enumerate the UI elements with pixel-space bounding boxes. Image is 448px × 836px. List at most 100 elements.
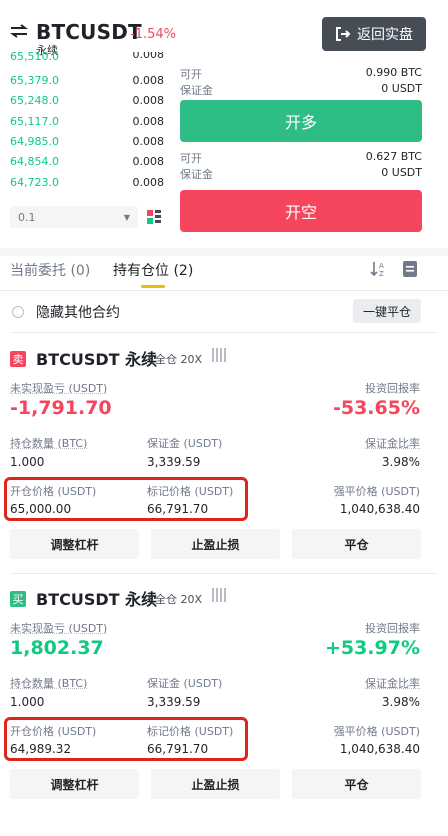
document-icon[interactable] — [402, 260, 418, 278]
order-book-row[interactable]: 65,117.0 0.008 — [10, 111, 164, 131]
close-all-button[interactable]: 一键平仓 — [353, 299, 421, 323]
header: BTCUSDT -1.54% 永续 返回实盘 — [0, 0, 448, 58]
position-card-long: 买 BTCUSDT 永续 全仓 20X 未实现盈亏 (USDT) 投资回报率 1… — [0, 575, 448, 805]
size-value: 1.000 — [10, 455, 45, 469]
divider — [10, 573, 438, 574]
ob-qty: 0.008 — [132, 175, 165, 189]
liq-price-value: 1,040,638.40 — [339, 502, 420, 516]
order-book-row[interactable]: 65,510.0 0.008 — [10, 52, 164, 64]
ob-qty: 0.008 — [132, 134, 165, 148]
position-title[interactable]: BTCUSDT 永续 — [36, 346, 157, 370]
price-highlight-box — [4, 477, 248, 521]
margin-mode[interactable]: 全仓 20X — [155, 591, 202, 607]
depth-select[interactable]: 0.1 ▼ — [10, 206, 138, 228]
tab-positions[interactable]: 持有仓位 (2) — [113, 260, 193, 280]
adl-bars-icon — [212, 348, 226, 362]
liq-price-label: 强平价格 (USDT) — [333, 725, 420, 738]
svg-text:A: A — [379, 262, 384, 270]
ob-qty: 0.008 — [132, 154, 165, 168]
unrealized-pnl-value: -1,791.70 — [10, 397, 112, 419]
short-margin-row: 保证金 0 USDT — [180, 166, 422, 182]
liq-price-value: 1,040,638.40 — [339, 742, 420, 756]
margin-label: 保证金 (USDT) — [147, 677, 223, 690]
roe-value: -53.65% — [332, 397, 420, 419]
order-book-row[interactable]: 64,985.0 0.008 — [10, 131, 164, 151]
unrealized-pnl-label[interactable]: 未实现盈亏 (USDT) — [10, 620, 107, 636]
short-margin-label: 保证金 — [180, 168, 213, 181]
divider — [10, 332, 438, 333]
tab-open-orders[interactable]: 当前委托 (0) — [10, 260, 90, 280]
position-card-short: 卖 BTCUSDT 永续 全仓 20X 未实现盈亏 (USDT) 投资回报率 -… — [0, 335, 448, 565]
long-margin-value: 0 USDT — [381, 82, 422, 95]
price-highlight-box — [4, 717, 248, 761]
depth-value: 0.1 — [18, 210, 36, 224]
open-short-button[interactable]: 开空 — [180, 190, 422, 232]
close-position-button[interactable]: 平仓 — [292, 769, 421, 799]
long-available-row: 可开 0.990 BTC — [180, 66, 422, 82]
back-to-live-label: 返回实盘 — [357, 27, 413, 43]
ob-price: 65,117.0 — [10, 114, 59, 128]
hide-other-label[interactable]: 隐藏其他合约 — [36, 302, 120, 322]
ob-qty: 0.008 — [132, 52, 165, 61]
adl-bars-icon — [212, 588, 226, 602]
ob-price: 64,985.0 — [10, 134, 59, 148]
margin-mode[interactable]: 全仓 20X — [155, 351, 202, 367]
margin-ratio-label[interactable]: 保证金比率 — [365, 675, 420, 691]
short-available-row: 可开 0.627 BTC — [180, 150, 422, 166]
roe-value: +53.97% — [324, 637, 420, 659]
back-to-live-button[interactable]: 返回实盘 — [322, 17, 426, 51]
size-value: 1.000 — [10, 695, 45, 709]
long-available-label: 可开 — [180, 68, 202, 81]
close-position-button[interactable]: 平仓 — [292, 529, 421, 559]
margin-ratio-value: 3.98% — [381, 455, 420, 469]
margin-ratio-value: 3.98% — [381, 695, 420, 709]
margin-value: 3,339.59 — [147, 455, 201, 469]
order-book-row[interactable]: 64,854.0 0.008 — [10, 151, 164, 171]
size-label[interactable]: 持仓数量 (BTC) — [10, 675, 87, 691]
margin-label: 保证金 (USDT) — [147, 437, 223, 450]
swap-icon[interactable] — [10, 24, 28, 38]
tp-sl-button[interactable]: 止盈止损 — [151, 529, 280, 559]
roe-label: 投资回报率 — [365, 382, 420, 395]
book-layout-icon[interactable] — [146, 209, 162, 225]
liq-price-label: 强平价格 (USDT) — [333, 485, 420, 498]
svg-text:Z: Z — [379, 270, 384, 278]
order-book-row[interactable]: 65,248.0 0.008 — [10, 90, 164, 110]
price-change: -1.54% — [130, 27, 176, 42]
ob-qty: 0.008 — [132, 73, 165, 87]
open-long-button[interactable]: 开多 — [180, 100, 422, 142]
ob-qty: 0.008 — [132, 114, 165, 128]
adjust-leverage-button[interactable]: 调整杠杆 — [10, 769, 139, 799]
order-book-row[interactable]: 64,723.0 0.008 — [10, 172, 164, 192]
ob-price: 65,379.0 — [10, 73, 59, 87]
tp-sl-button[interactable]: 止盈止损 — [151, 769, 280, 799]
margin-ratio-label[interactable]: 保证金比率 — [365, 435, 420, 451]
ob-price: 65,510.0 — [10, 52, 59, 63]
short-available-label: 可开 — [180, 152, 202, 165]
long-margin-row: 保证金 0 USDT — [180, 82, 422, 98]
sort-az-icon[interactable]: A Z — [370, 260, 388, 278]
adjust-leverage-button[interactable]: 调整杠杆 — [10, 529, 139, 559]
exit-icon — [336, 27, 351, 41]
ob-price: 64,723.0 — [10, 175, 59, 189]
position-title[interactable]: BTCUSDT 永续 — [36, 586, 157, 610]
tabs-divider — [0, 290, 448, 291]
order-book-row[interactable]: 65,379.0 0.008 — [10, 70, 164, 90]
hide-other-radio[interactable] — [12, 306, 24, 318]
short-available-value: 0.627 BTC — [365, 150, 422, 163]
symbol-title[interactable]: BTCUSDT — [36, 20, 142, 44]
unrealized-pnl-value: 1,802.37 — [10, 637, 104, 659]
ob-price: 64,854.0 — [10, 154, 59, 168]
caret-down-icon: ▼ — [123, 212, 130, 222]
long-available-value: 0.990 BTC — [365, 66, 422, 79]
size-label[interactable]: 持仓数量 (BTC) — [10, 435, 87, 451]
margin-value: 3,339.59 — [147, 695, 201, 709]
long-margin-label: 保证金 — [180, 84, 213, 97]
unrealized-pnl-label[interactable]: 未实现盈亏 (USDT) — [10, 380, 107, 396]
ob-qty: 0.008 — [132, 93, 165, 107]
side-badge-buy: 买 — [10, 591, 26, 607]
side-badge-sell: 卖 — [10, 351, 26, 367]
ob-price: 65,248.0 — [10, 93, 59, 107]
section-divider — [0, 248, 448, 256]
roe-label: 投资回报率 — [365, 622, 420, 635]
